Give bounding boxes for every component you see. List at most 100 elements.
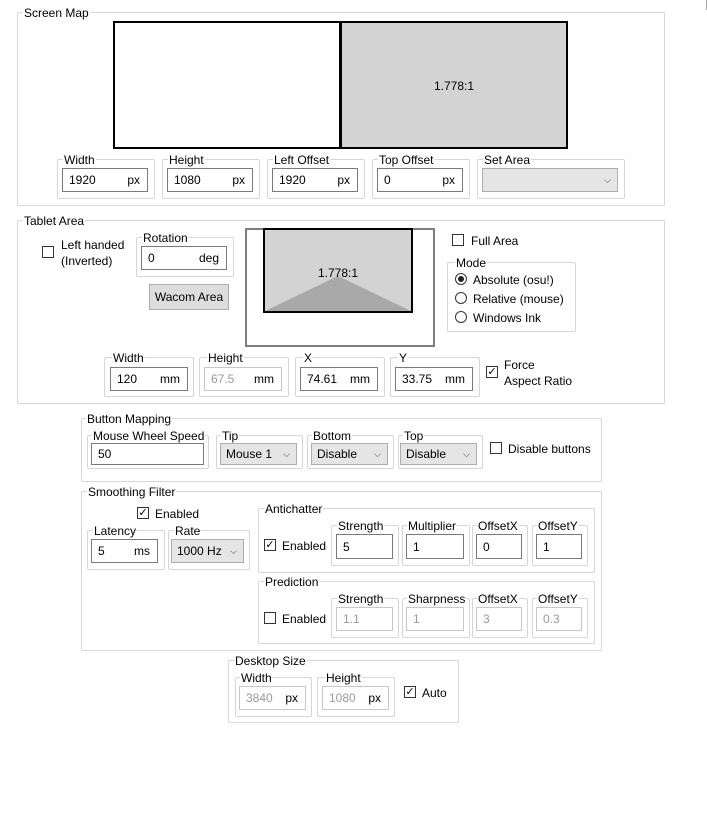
antichatter-multiplier-input[interactable]: 1 [406,534,464,559]
screen-top-offset-unit: px [442,173,455,187]
screen-map-title: Screen Map [23,6,90,20]
tablet-area-title: Tablet Area [23,214,86,228]
prediction-offsetx-input[interactable]: 3 [476,607,522,631]
wacom-area-button[interactable]: Wacom Area [149,284,229,310]
screen-height-value: 1080 [174,173,201,187]
tablet-x-input[interactable]: 74.61 mm [300,367,378,391]
left-handed-label-line1: Left handed [61,238,125,252]
prediction-sharpness-input[interactable]: 1 [406,607,464,631]
screen-width-unit: px [127,173,140,187]
desktop-height-input[interactable]: 1080 px [322,686,389,710]
tablet-width-input[interactable]: 120 mm [110,367,188,391]
antichatter-strength-label: Strength [337,519,385,533]
mode-windows-ink-radio[interactable] [455,311,467,323]
mode-absolute-label: Absolute (osu!) [473,273,554,287]
antichatter-offsety-input[interactable]: 1 [536,534,582,559]
screen-width-value: 1920 [69,173,96,187]
desktop-height-label: Height [325,671,362,685]
force-aspect-checkbox[interactable]: ✓ [486,366,498,378]
prediction-offsety-input[interactable]: 0.3 [536,607,582,631]
tablet-width-unit: mm [160,372,180,386]
force-aspect-label-line2: Aspect Ratio [504,374,573,388]
screen-left-offset-input[interactable]: 1920 px [272,168,358,192]
tablet-y-value: 33.75 [402,372,433,386]
top-label: Top [403,429,425,443]
bottom-value: Disable [317,447,358,461]
screen-map-preview: 1.778:1 [113,21,568,149]
screen-top-offset-input[interactable]: 0 px [377,168,463,192]
prediction-strength-label: Strength [337,592,385,606]
wheel-speed-value: 50 [98,447,112,461]
screen-top-offset-label: Top Offset [378,153,435,167]
tablet-x-label: X [303,351,314,365]
desktop-height-value: 1080 [329,691,356,705]
antichatter-multiplier-label: Multiplier [407,519,458,533]
prediction-strength-value: 1.1 [343,612,360,626]
latency-input[interactable]: 5 ms [91,539,158,563]
rate-label: Rate [174,524,202,538]
screen-map-ratio-label: 1.778:1 [433,79,475,93]
tablet-y-input[interactable]: 33.75 mm [395,367,473,391]
antichatter-multiplier-value: 1 [413,540,420,554]
screen-width-input[interactable]: 1920 px [62,168,148,192]
bottom-select[interactable]: Disable ⌵ [311,443,388,465]
prediction-sharpness-value: 1 [413,612,420,626]
wheel-speed-input[interactable]: 50 [91,443,204,465]
disable-buttons-checkbox[interactable] [490,442,502,454]
full-area-checkbox[interactable] [452,234,464,246]
top-select[interactable]: Disable ⌵ [400,443,477,465]
desktop-width-input[interactable]: 3840 px [239,686,306,710]
antichatter-strength-input[interactable]: 5 [336,534,393,559]
bottom-label: Bottom [312,429,353,443]
latency-value: 5 [98,544,105,558]
antichatter-strength-value: 5 [343,540,350,554]
smoothing-enabled-label: Enabled [155,507,200,521]
rate-select[interactable]: 1000 Hz ⌵ [171,539,244,563]
tablet-x-unit: mm [350,372,370,386]
antichatter-enabled-checkbox[interactable]: ✓ [264,539,276,551]
force-aspect-label-line1: Force [504,358,535,372]
antichatter-offsetx-label: OffsetX [477,519,519,533]
tablet-y-unit: mm [445,372,465,386]
wheel-speed-label: Mouse Wheel Speed [92,429,206,443]
latency-unit: ms [134,544,150,558]
tablet-height-input[interactable]: 67.5 mm [204,367,282,391]
mode-absolute-radio[interactable] [455,273,467,285]
screen-map-selected-area[interactable]: 1.778:1 [340,21,568,149]
tablet-y-label: Y [398,351,409,365]
desktop-width-unit: px [285,691,298,705]
smoothing-enabled-checkbox[interactable]: ✓ [137,507,149,519]
prediction-enabled-checkbox[interactable] [264,612,276,624]
prediction-offsetx-value: 3 [483,612,490,626]
rotation-value: 0 [148,251,155,265]
tablet-selected-area[interactable]: 1.778:1 [263,228,413,313]
top-value: Disable [406,447,447,461]
mode-relative-radio[interactable] [455,292,467,304]
desktop-auto-label: Auto [422,686,447,700]
prediction-sharpness-label: Sharpness [407,592,467,606]
desktop-auto-checkbox[interactable]: ✓ [404,686,416,698]
antichatter-enabled-label: Enabled [282,539,327,553]
desktop-width-value: 3840 [246,691,273,705]
radio-selected-dot [458,276,464,282]
set-area-select[interactable]: ⌵ [482,168,618,192]
rotation-input[interactable]: 0 deg [141,246,227,270]
chevron-down-icon: ⌵ [374,449,381,459]
screen-left-offset-label: Left Offset [273,153,331,167]
tip-select[interactable]: Mouse 1 ⌵ [220,443,297,465]
chevron-down-icon: ⌵ [604,175,611,185]
left-handed-checkbox[interactable] [42,246,54,258]
prediction-strength-input[interactable]: 1.1 [336,607,393,631]
tablet-width-value: 120 [117,372,138,386]
mode-title: Mode [455,256,488,270]
antichatter-offsetx-input[interactable]: 0 [476,534,522,559]
prediction-title: Prediction [264,575,320,589]
desktop-height-unit: px [368,691,381,705]
tablet-width-label: Width [112,351,145,365]
screen-height-input[interactable]: 1080 px [167,168,253,192]
rate-value: 1000 Hz [177,544,222,558]
prediction-offsety-label: OffsetY [537,592,579,606]
antichatter-offsety-value: 1 [543,540,550,554]
left-handed-label-line2: (Inverted) [61,254,113,268]
screen-top-offset-value: 0 [384,173,391,187]
